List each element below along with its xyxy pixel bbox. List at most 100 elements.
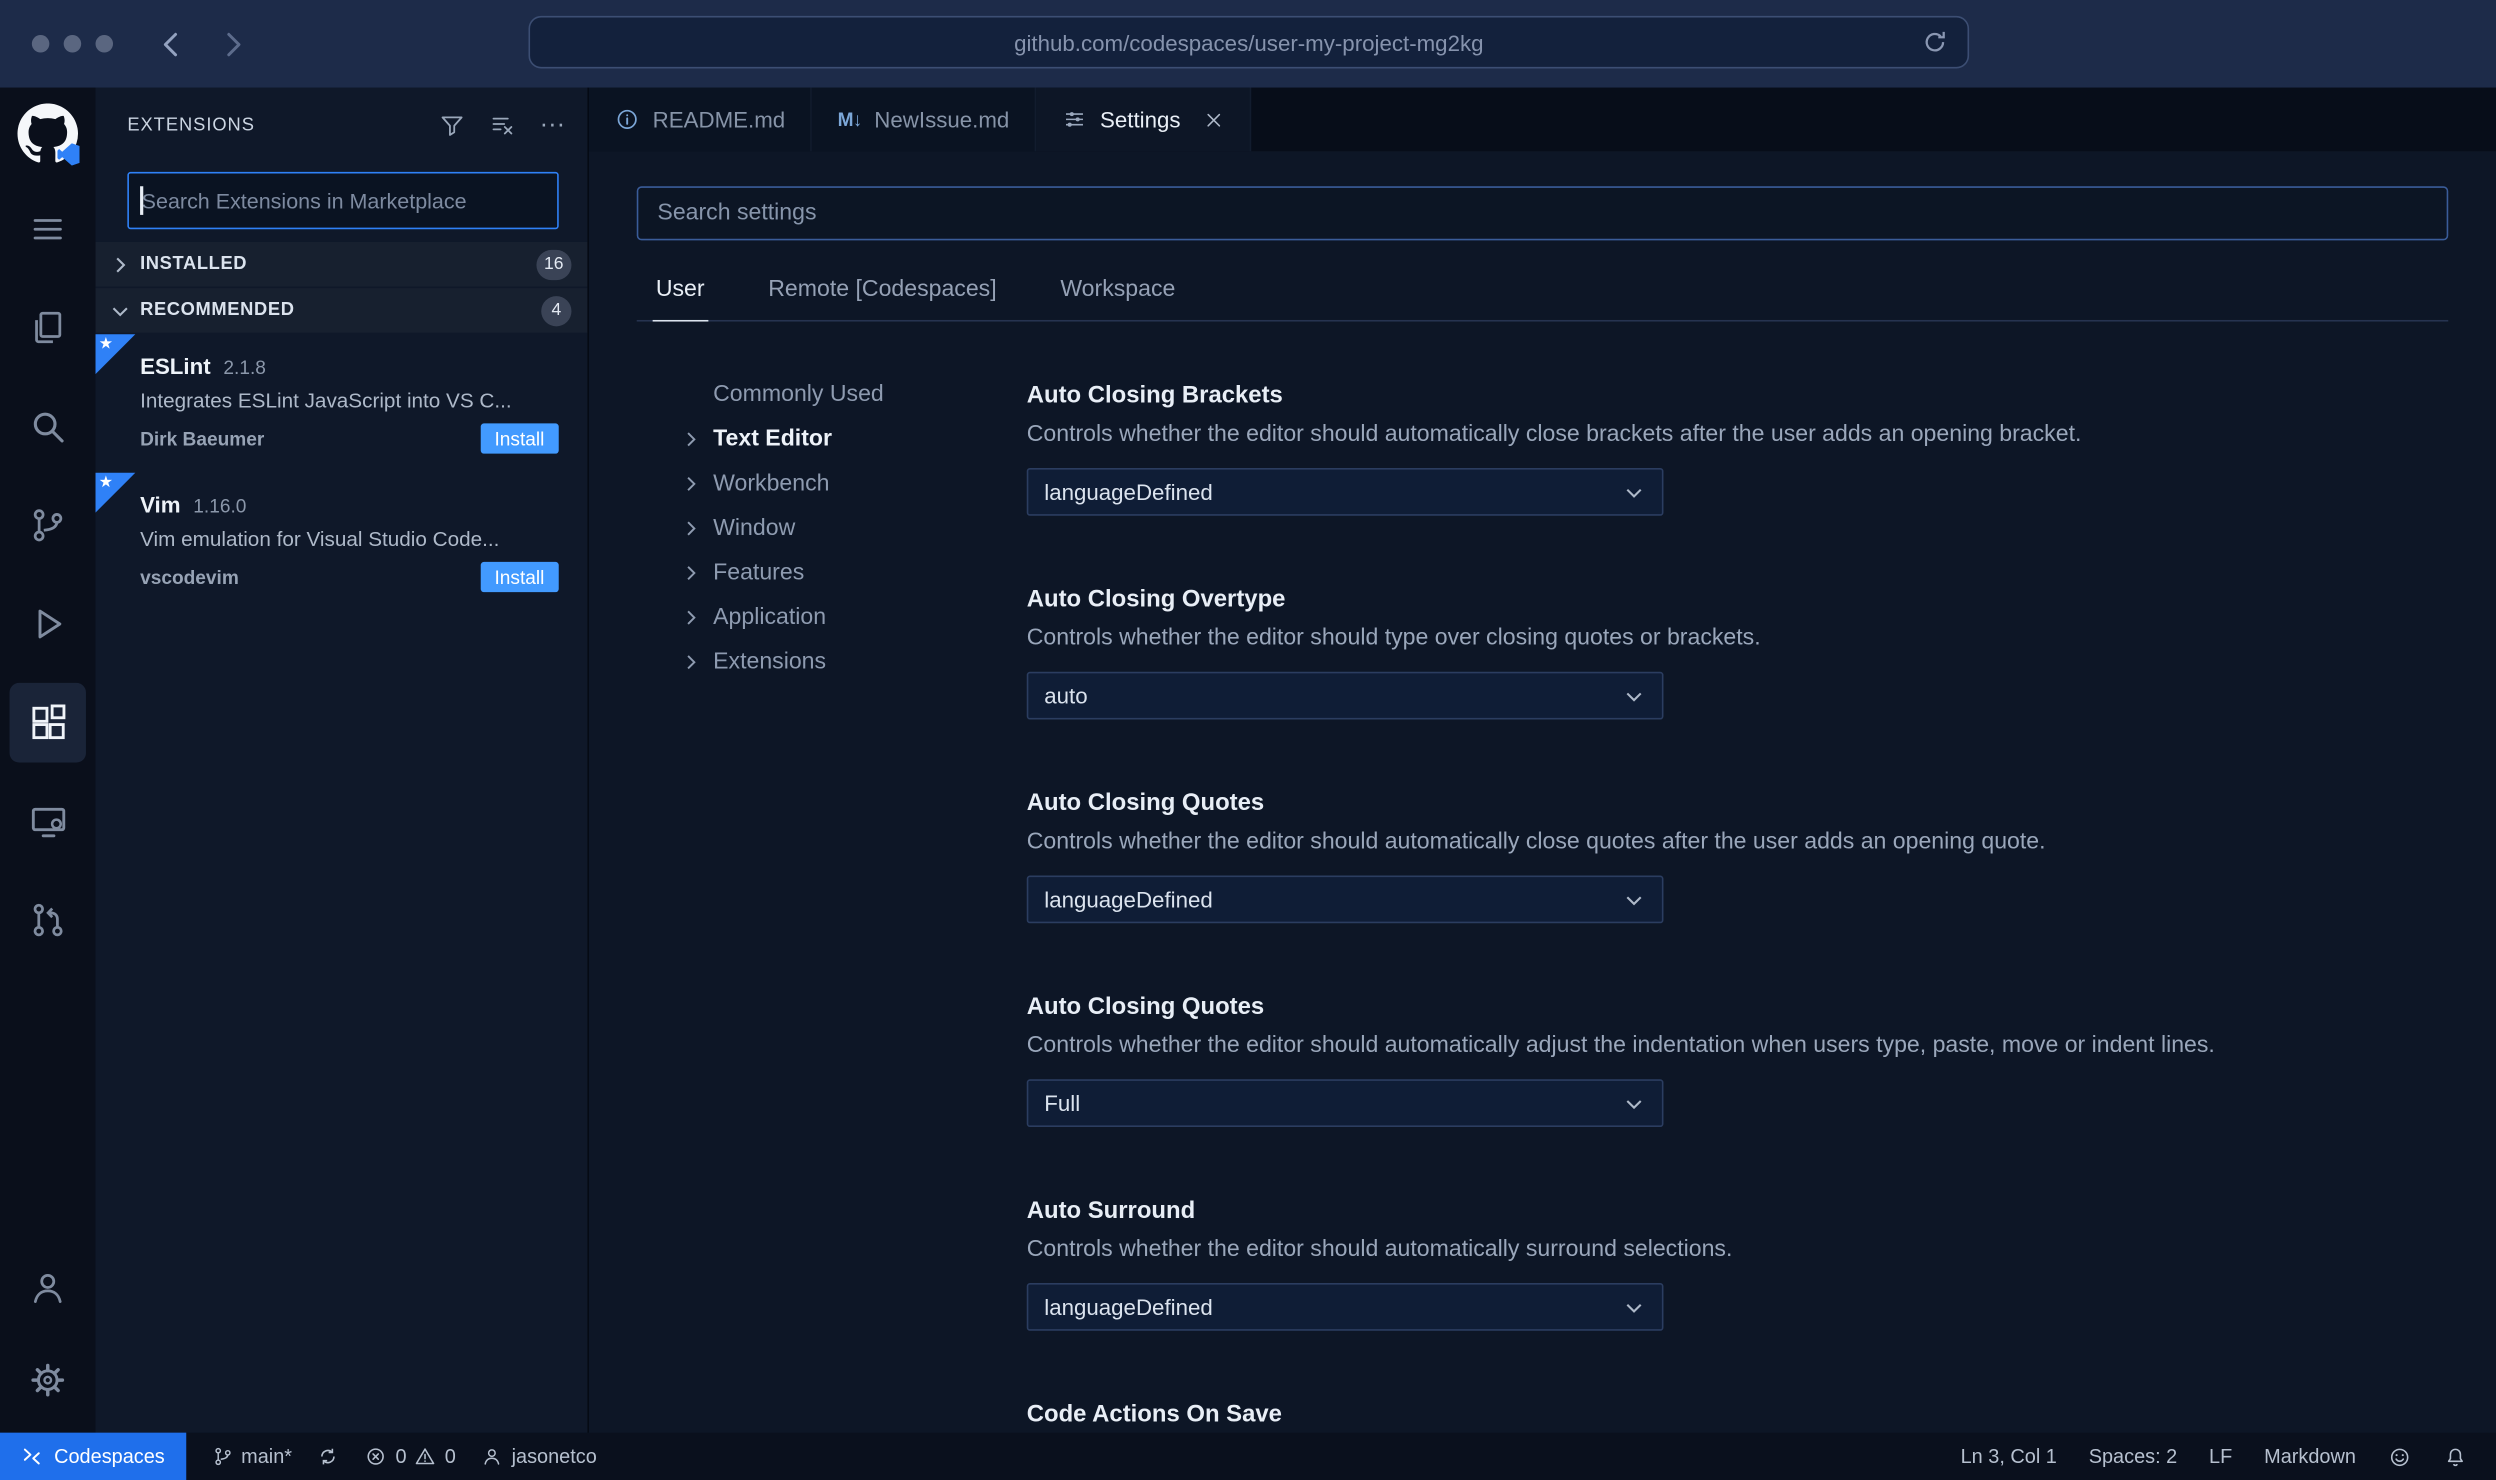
- scope-tab-remote[interactable]: Remote [Codespaces]: [765, 266, 1000, 320]
- setting-dropdown[interactable]: auto: [1026, 671, 1664, 720]
- chevron-right-icon: [680, 517, 702, 539]
- tab-label: README.md: [652, 106, 786, 133]
- eol-indicator[interactable]: LF: [2196, 1445, 2245, 1467]
- section-count-badge: 4: [541, 295, 572, 326]
- settings-toc: Commonly Used Text Editor Workbench Wind…: [637, 322, 1027, 1433]
- branch-icon: [211, 1445, 233, 1468]
- remote-indicator[interactable]: Codespaces: [0, 1432, 186, 1480]
- address-bar[interactable]: github.com/codespaces/user-my-project-mg…: [528, 15, 1970, 69]
- chevron-down-icon: [1622, 684, 1646, 708]
- feedback-icon[interactable]: [2375, 1445, 2424, 1469]
- chevron-down-icon: [1622, 887, 1646, 911]
- recommended-star-icon: ★: [95, 334, 136, 375]
- toc-item-text-editor[interactable]: Text Editor: [637, 417, 1027, 462]
- extension-version: 1.16.0: [193, 495, 247, 518]
- toc-item-application[interactable]: Application: [637, 595, 1027, 640]
- menu-icon[interactable]: [10, 189, 86, 269]
- extension-description: Vim emulation for Visual Studio Code...: [140, 526, 500, 551]
- tab-newissue[interactable]: M↓ NewIssue.md: [812, 87, 1037, 152]
- sync-button[interactable]: [305, 1445, 353, 1468]
- source-control-icon[interactable]: [10, 486, 86, 566]
- window-control-dot[interactable]: [31, 35, 50, 53]
- run-debug-icon[interactable]: [10, 584, 86, 664]
- refresh-icon[interactable]: [1920, 27, 1950, 57]
- extension-version: 2.1.8: [223, 356, 266, 379]
- problems-indicator[interactable]: 0 0: [353, 1445, 469, 1468]
- toc-item-commonly-used[interactable]: Commonly Used: [637, 372, 1027, 417]
- dropdown-value: languageDefined: [1044, 479, 1213, 505]
- sync-icon: [318, 1445, 340, 1468]
- setting-item: Auto Closing Brackets Controls whether t…: [1026, 382, 2449, 516]
- setting-dropdown[interactable]: languageDefined: [1026, 468, 1664, 516]
- editor-area: README.md M↓ NewIssue.md Settings User R…: [588, 87, 2496, 1433]
- settings-gear-icon[interactable]: [10, 1340, 86, 1420]
- tab-bar: README.md M↓ NewIssue.md Settings: [588, 87, 2496, 152]
- setting-item: Auto Closing Overtype Controls whether t…: [1026, 585, 2449, 720]
- extensions-icon[interactable]: [9, 682, 86, 763]
- extensions-search-input[interactable]: [127, 171, 559, 230]
- section-label: INSTALLED: [140, 254, 248, 274]
- remote-icon: [21, 1445, 43, 1468]
- more-actions-icon[interactable]: ···: [540, 111, 565, 140]
- status-bar: Codespaces main* 0 0 jasonetco Ln 3, Col…: [0, 1432, 2496, 1480]
- window-control-dot[interactable]: [95, 35, 114, 53]
- chevron-down-icon: [1622, 480, 1646, 504]
- setting-title: Auto Closing Overtype: [1026, 585, 1286, 613]
- dropdown-value: auto: [1044, 682, 1088, 709]
- extension-publisher: vscodevim: [140, 565, 239, 589]
- install-button[interactable]: Install: [480, 561, 559, 593]
- account-status[interactable]: jasonetco: [469, 1445, 610, 1468]
- extension-name: Vim: [140, 491, 181, 518]
- extension-name: ESLint: [140, 353, 211, 379]
- branch-indicator[interactable]: main*: [198, 1445, 305, 1468]
- toc-item-extensions[interactable]: Extensions: [637, 640, 1027, 685]
- window-controls[interactable]: [31, 35, 114, 53]
- setting-description: Controls whether the editor should autom…: [1026, 1033, 2215, 1059]
- settings-editor: User Remote [Codespaces] Workspace Commo…: [589, 151, 2496, 1432]
- toc-item-window[interactable]: Window: [637, 506, 1027, 551]
- scope-tab-workspace[interactable]: Workspace: [1057, 266, 1178, 320]
- chevron-down-icon: [108, 298, 132, 322]
- forward-icon[interactable]: [215, 26, 250, 61]
- error-icon: [365, 1445, 387, 1468]
- chevron-right-icon: [680, 606, 702, 628]
- account-icon[interactable]: [10, 1248, 86, 1328]
- settings-search-input[interactable]: [636, 186, 2449, 241]
- tab-readme[interactable]: README.md: [588, 87, 813, 152]
- toc-item-features[interactable]: Features: [637, 551, 1027, 596]
- dropdown-value: languageDefined: [1044, 1294, 1213, 1320]
- indentation-indicator[interactable]: Spaces: 2: [2076, 1445, 2190, 1467]
- back-icon[interactable]: [154, 26, 189, 61]
- pull-request-icon[interactable]: [10, 880, 86, 960]
- filter-icon[interactable]: [438, 111, 467, 140]
- setting-item: Code Actions On Save: [1027, 1401, 2449, 1428]
- window-control-dot[interactable]: [63, 35, 82, 53]
- setting-dropdown[interactable]: Full: [1026, 1079, 1664, 1128]
- remote-explorer-icon[interactable]: [10, 782, 86, 862]
- notifications-bell-icon[interactable]: [2431, 1445, 2480, 1469]
- install-button[interactable]: Install: [480, 423, 559, 454]
- setting-dropdown[interactable]: languageDefined: [1026, 875, 1664, 924]
- section-installed[interactable]: INSTALLED 16: [95, 241, 588, 287]
- section-label: RECOMMENDED: [140, 300, 295, 320]
- extension-list-item[interactable]: ★ ESLint 2.1.8 Integrates ESLint JavaScr…: [95, 334, 588, 472]
- section-recommended[interactable]: RECOMMENDED 4: [95, 288, 588, 333]
- scope-tab-user[interactable]: User: [652, 266, 708, 322]
- warning-icon: [415, 1445, 437, 1468]
- close-icon[interactable]: [1203, 109, 1224, 130]
- setting-dropdown[interactable]: languageDefined: [1026, 1283, 1664, 1331]
- setting-title: Auto Closing Brackets: [1026, 382, 1283, 410]
- extension-description: Integrates ESLint JavaScript into VS C..…: [140, 388, 512, 413]
- extension-list-item[interactable]: ★ Vim 1.16.0 Vim emulation for Visual St…: [95, 472, 588, 611]
- explorer-icon[interactable]: [10, 288, 86, 368]
- clear-search-icon[interactable]: [489, 111, 518, 140]
- sidebar-title: EXTENSIONS: [127, 116, 255, 136]
- search-icon[interactable]: [10, 387, 86, 467]
- cursor-position[interactable]: Ln 3, Col 1: [1948, 1445, 2070, 1467]
- setting-description: Controls whether the editor should type …: [1026, 625, 1761, 652]
- toc-item-workbench[interactable]: Workbench: [637, 462, 1027, 507]
- language-mode[interactable]: Markdown: [2251, 1445, 2368, 1467]
- settings-list: Auto Closing Brackets Controls whether t…: [1026, 322, 2449, 1433]
- tab-settings[interactable]: Settings: [1036, 87, 1251, 152]
- setting-title: Auto Closing Quotes: [1026, 993, 1265, 1021]
